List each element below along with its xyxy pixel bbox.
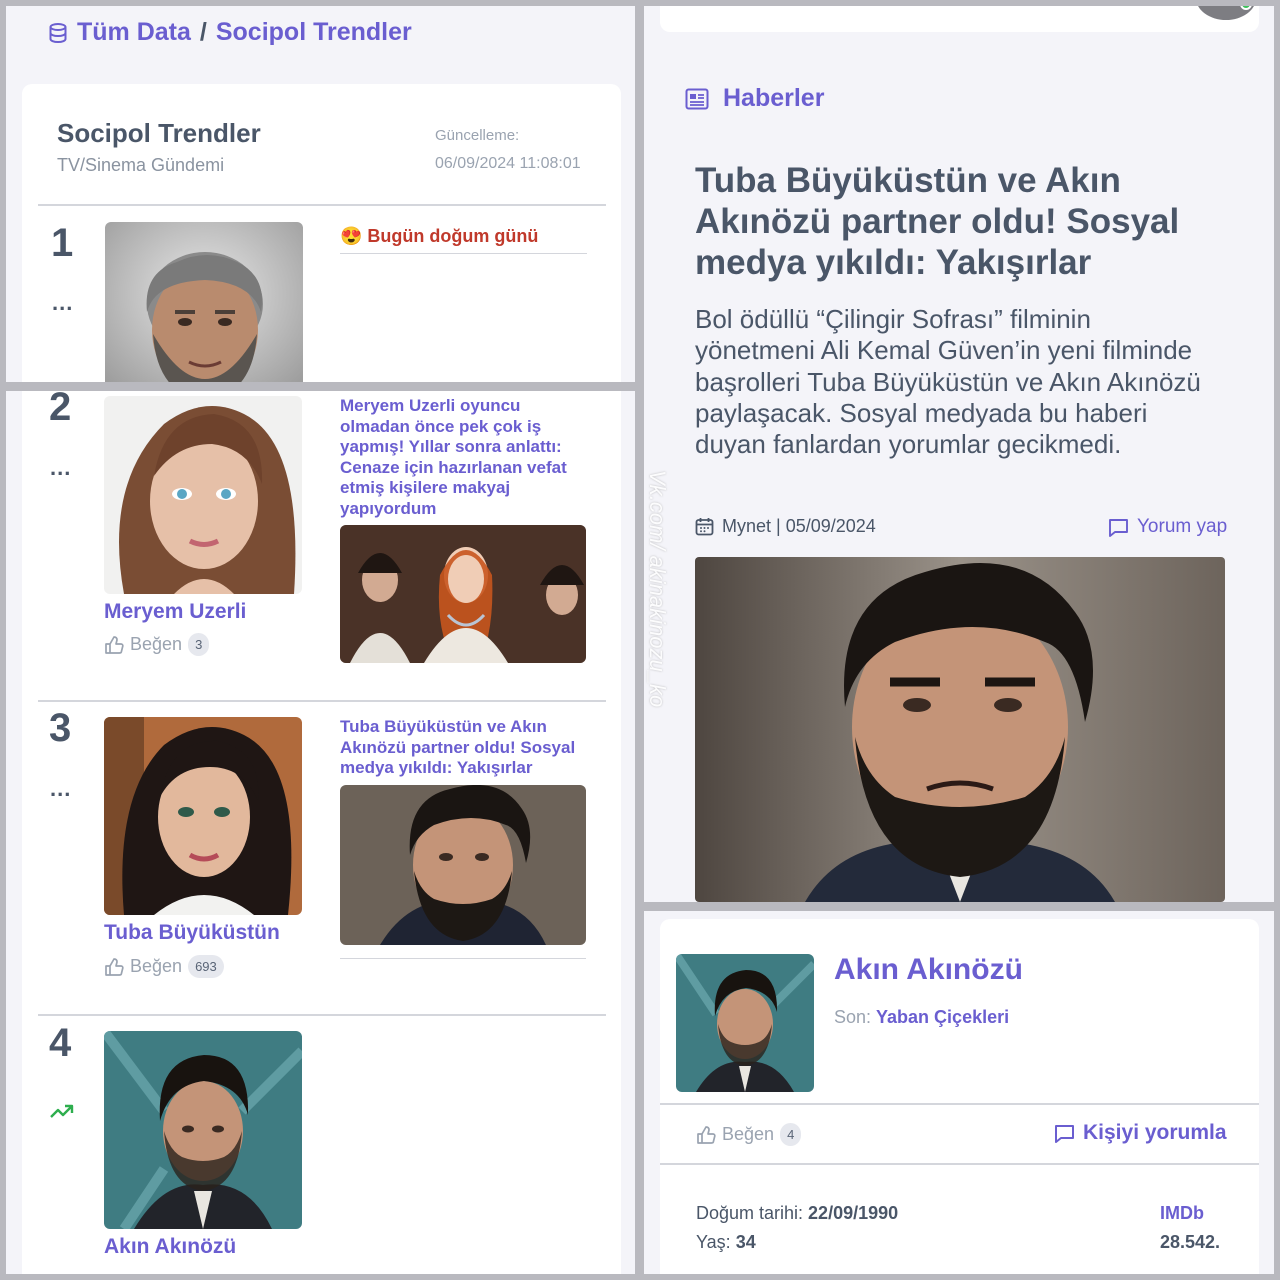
age-label: Yaş: — [696, 1232, 731, 1252]
imdb-value: 28.542. — [1160, 1232, 1221, 1252]
news-thumb-3[interactable] — [340, 785, 586, 945]
person-photo-4[interactable] — [104, 1031, 302, 1229]
person-like-label: Beğen — [722, 1124, 775, 1144]
thumbs-up-icon — [104, 957, 124, 977]
like-count-2: 3 — [188, 633, 210, 656]
birth-value: 22/09/1990 — [808, 1203, 899, 1223]
database-icon — [48, 22, 68, 44]
person-card-last: Son: Yaban Çiçekleri — [834, 1007, 1009, 1028]
like-label-2: Beğen — [130, 634, 183, 654]
age-row: Yaş: 34 — [696, 1232, 756, 1253]
row-menu-2[interactable]: ... — [50, 455, 71, 481]
like-button-2[interactable]: Beğen 3 — [104, 633, 210, 656]
trends-panel-top: Tüm Data / Socipol Trendler Socipol Tren… — [6, 6, 635, 382]
trending-up-icon — [50, 1103, 74, 1119]
person-card-photo[interactable] — [676, 954, 814, 1092]
rank-3: 3 — [49, 706, 72, 750]
row-divider-2 — [38, 700, 606, 702]
card-divider — [38, 204, 606, 206]
event-label: Bugün doğum günü — [367, 226, 539, 246]
person-photo-1[interactable] — [105, 222, 303, 382]
birth-label: Doğum tarihi: — [696, 1203, 804, 1223]
top-card-edge — [660, 6, 1259, 32]
like-button-3[interactable]: Beğen 693 — [104, 955, 224, 978]
age-value: 34 — [735, 1232, 756, 1252]
person-name-3[interactable]: Tuba Büyüküstün — [104, 921, 280, 945]
event-underline — [340, 253, 587, 254]
comment-icon — [1054, 1124, 1075, 1143]
news-summary: Bol ödüllü “Çilingir Sofrası” filminin y… — [695, 304, 1201, 460]
heart-eyes-emoji: 😍 — [340, 226, 363, 246]
news-headline[interactable]: Tuba Büyüküstün ve Akın Akınözü partner … — [695, 160, 1195, 283]
online-dot — [1240, 6, 1252, 10]
rank-4: 4 — [49, 1021, 72, 1065]
row-menu-3[interactable]: ... — [50, 776, 71, 802]
rank-1: 1 — [51, 221, 74, 265]
comment-label: Yorum yap — [1137, 516, 1228, 537]
person-comment-button[interactable]: Kişiyi yorumla — [1054, 1121, 1227, 1145]
news-title-2[interactable]: Meryem Uzerli oyuncu olmadan önce pek ço… — [340, 396, 588, 519]
calendar-icon — [695, 517, 714, 536]
row-menu-1[interactable]: ... — [52, 290, 73, 316]
news-title-3[interactable]: Tuba Büyüküstün ve Akın Akınözü partner … — [340, 717, 588, 779]
person-card: Akın Akınözü Son: Yaban Çiçekleri Beğen … — [660, 919, 1259, 1274]
comment-icon — [1108, 518, 1129, 537]
thumbs-up-icon — [104, 635, 124, 655]
breadcrumb-separator: / — [199, 18, 207, 46]
watermark: Vk.com/ akinakinozu_ko — [645, 470, 670, 708]
like-label-3: Beğen — [130, 956, 183, 976]
like-count-3: 693 — [188, 955, 224, 978]
birth-row: Doğum tarihi: 22/09/1990 — [696, 1203, 898, 1224]
event-birthday[interactable]: 😍 Bugün doğum günü — [340, 226, 538, 247]
rank-2: 2 — [49, 391, 72, 429]
person-photo-3[interactable] — [104, 717, 302, 915]
newspaper-icon — [685, 88, 709, 110]
update-time: 06/09/2024 11:08:01 — [435, 155, 581, 172]
update-label: Güncelleme: — [435, 127, 520, 144]
trends-card: Socipol Trendler TV/Sinema Gündemi Günce… — [22, 84, 621, 382]
person-photo-2[interactable] — [104, 396, 302, 594]
news-meta: Mynet | 05/09/2024 — [695, 516, 876, 537]
person-like-button[interactable]: Beğen 4 — [696, 1123, 802, 1146]
person-name-2[interactable]: Meryem Uzerli — [104, 600, 246, 624]
news-thumb-2[interactable] — [340, 525, 586, 663]
news-underline-3 — [340, 958, 586, 959]
comment-button[interactable]: Yorum yap — [1108, 516, 1227, 538]
news-section-title: Haberler — [723, 84, 825, 112]
breadcrumb: Tüm Data / Socipol Trendler — [48, 18, 412, 47]
thumbs-up-icon — [696, 1125, 716, 1145]
breadcrumb-root-link[interactable]: Tüm Data — [77, 18, 191, 47]
news-panel: Haberler Tuba Büyüküstün ve Akın Akınözü… — [644, 6, 1274, 902]
person-card-divider-1 — [660, 1103, 1259, 1105]
list-card: 2 ... Meryem Uzerli Beğen 3 Meryem Uzerl… — [22, 391, 621, 1274]
news-main-image[interactable] — [695, 557, 1225, 902]
trends-panel-list: 2 ... Meryem Uzerli Beğen 3 Meryem Uzerl… — [6, 391, 635, 1274]
trends-card-title: Socipol Trendler — [57, 118, 261, 148]
news-source: Mynet | 05/09/2024 — [722, 516, 876, 536]
last-label: Son: — [834, 1007, 872, 1027]
person-name-4[interactable]: Akın Akınözü — [104, 1235, 236, 1259]
news-section-header: Haberler — [685, 84, 824, 113]
last-value-link[interactable]: Yaban Çiçekleri — [876, 1007, 1009, 1028]
breadcrumb-current[interactable]: Socipol Trendler — [216, 18, 412, 47]
person-comment-label: Kişiyi yorumla — [1083, 1121, 1227, 1144]
imdb-label[interactable]: IMDb — [1160, 1203, 1204, 1224]
person-like-count: 4 — [780, 1123, 802, 1146]
trends-card-subtitle: TV/Sinema Gündemi — [57, 155, 225, 175]
row-divider-3 — [38, 1014, 606, 1016]
person-card-divider-2 — [660, 1163, 1259, 1165]
person-card-name[interactable]: Akın Akınözü — [834, 953, 1023, 987]
person-panel: Akın Akınözü Son: Yaban Çiçekleri Beğen … — [644, 911, 1274, 1274]
